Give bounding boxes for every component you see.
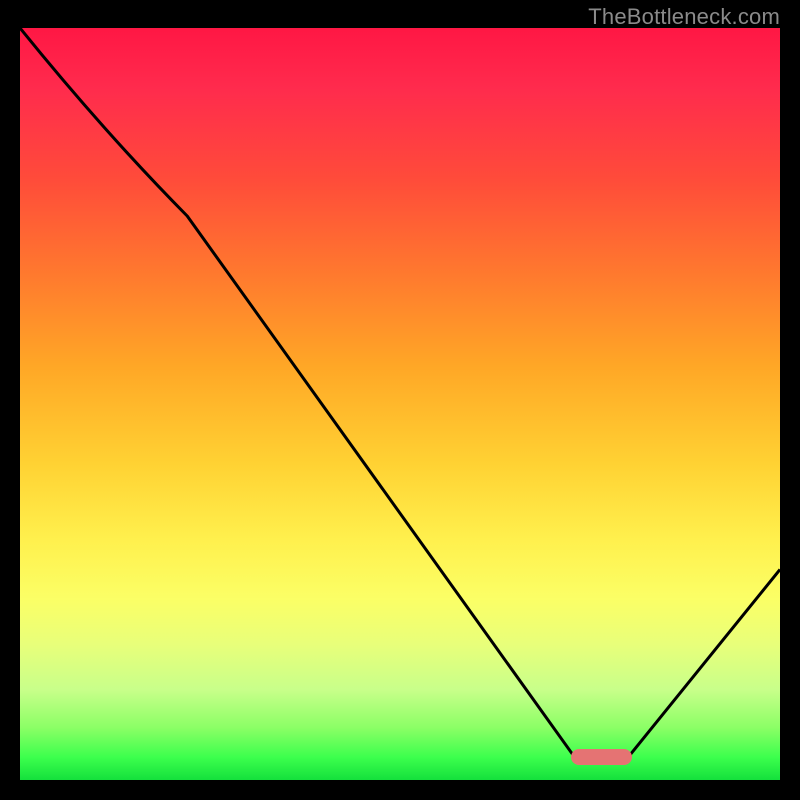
bottleneck-curve-path	[20, 28, 780, 760]
chart-svg	[20, 28, 780, 780]
chart-frame	[20, 28, 780, 780]
optimal-range-marker	[571, 749, 632, 765]
watermark-text: TheBottleneck.com	[588, 4, 780, 30]
